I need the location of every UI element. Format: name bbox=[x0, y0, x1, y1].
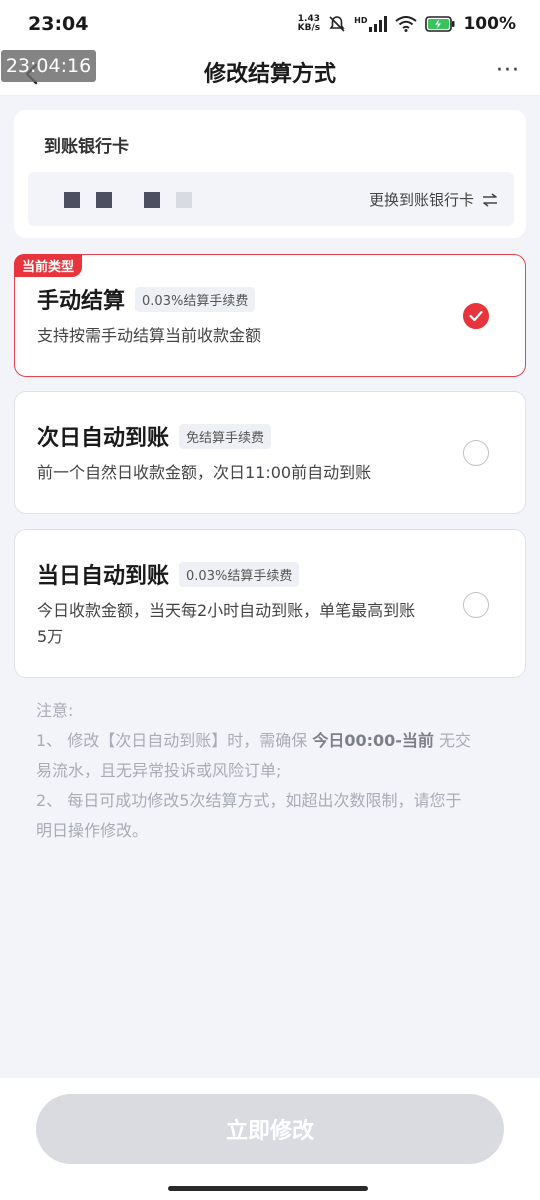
notes-section: 注意: 1、 修改【次日自动到账】时，需确保 今日00:00-当前 无交 易流水… bbox=[36, 696, 506, 846]
radio-unchecked[interactable] bbox=[463, 440, 489, 466]
status-icons: 1.43 KB/s HD 100% bbox=[298, 14, 516, 34]
option-title: 手动结算 bbox=[37, 289, 126, 314]
option-next-day-auto[interactable]: 次日自动到账 免结算手续费 前一个自然日收款金额，次日11:00前自动到账 bbox=[14, 391, 526, 514]
option-description: 前一个自然日收款金额，次日11:00前自动到账 bbox=[37, 463, 372, 482]
radio-checked[interactable] bbox=[463, 303, 489, 329]
radio-unchecked[interactable] bbox=[463, 592, 489, 618]
status-time: 23:04 bbox=[28, 13, 89, 35]
option-title: 次日自动到账 bbox=[37, 426, 170, 451]
note-item-cont: 易流水，且无异常投诉或风险订单; bbox=[36, 761, 282, 780]
battery-percent: 100% bbox=[463, 14, 516, 34]
note-item: 2、 每日可成功修改5次结算方式，如超出次数限制，请您于 bbox=[36, 791, 462, 810]
fee-tag: 0.03%结算手续费 bbox=[135, 286, 256, 312]
battery-icon bbox=[425, 16, 455, 32]
notes-heading: 注意: bbox=[36, 701, 74, 720]
submit-button[interactable]: 立即修改 bbox=[36, 1094, 504, 1164]
swap-arrows-icon bbox=[483, 192, 497, 207]
note-item: 1、 修改【次日自动到账】时，需确保 今日00:00-当前 无交 bbox=[36, 731, 472, 750]
more-menu-button[interactable]: ··· bbox=[496, 58, 520, 83]
bank-card-row[interactable]: 更换到账银行卡 bbox=[28, 172, 514, 226]
option-description: 今日收款金额，当天每2小时自动到账，单笔最高到账 5万 bbox=[37, 601, 416, 646]
option-manual-settlement[interactable]: 当前类型 手动结算 0.03%结算手续费 支持按需手动结算当前收款金额 bbox=[14, 254, 526, 377]
masked-bank-info bbox=[96, 192, 112, 208]
option-same-day-auto[interactable]: 当日自动到账 0.03%结算手续费 今日收款金额，当天每2小时自动到账，单笔最高… bbox=[14, 529, 526, 678]
signal-icon: HD bbox=[354, 16, 388, 32]
option-title: 当日自动到账 bbox=[37, 564, 170, 589]
fee-tag: 0.03%结算手续费 bbox=[179, 561, 300, 587]
option-description: 支持按需手动结算当前收款金额 bbox=[37, 326, 262, 345]
bank-card-section: 到账银行卡 更换到账银行卡 bbox=[14, 110, 526, 238]
time-overlay: 23:04:16 bbox=[1, 50, 96, 82]
page-title: 修改结算方式 bbox=[203, 61, 336, 87]
fee-tag: 免结算手续费 bbox=[179, 423, 272, 449]
network-speed: 1.43 KB/s bbox=[297, 14, 321, 33]
masked-bank-info bbox=[176, 192, 192, 208]
wifi-icon bbox=[395, 16, 418, 32]
bank-section-title: 到账银行卡 bbox=[44, 137, 129, 157]
home-indicator bbox=[168, 1186, 368, 1191]
status-bar: 23:04 1.43 KB/s HD 100% bbox=[0, 0, 540, 48]
current-type-badge: 当前类型 bbox=[14, 254, 83, 277]
masked-bank-info bbox=[64, 192, 80, 208]
checkmark-icon bbox=[469, 310, 483, 322]
bottom-bar: 立即修改 bbox=[0, 1078, 540, 1200]
change-bank-card-button[interactable]: 更换到账银行卡 bbox=[369, 189, 498, 210]
mute-bell-icon bbox=[329, 16, 345, 32]
masked-bank-info bbox=[144, 192, 160, 208]
change-bank-label: 更换到账银行卡 bbox=[368, 191, 474, 209]
note-item-cont: 明日操作修改。 bbox=[36, 821, 149, 840]
